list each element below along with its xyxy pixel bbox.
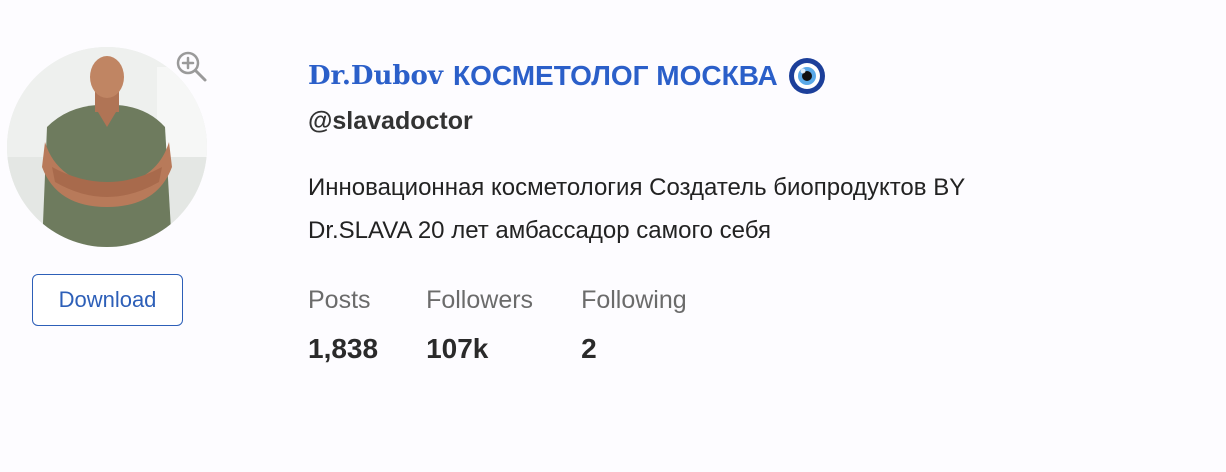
profile-bio: Инновационная косметология Создатель био… — [308, 166, 1128, 252]
stat-followers[interactable]: Followers 107k — [426, 286, 533, 365]
bio-line: Инновационная косметология Создатель био… — [308, 174, 966, 201]
stat-value: 2 — [581, 333, 597, 364]
download-button[interactable]: Download — [32, 274, 183, 326]
stat-label: Followers — [426, 286, 534, 314]
profile-info: Dr.Dubov КОСМЕТОЛОГ МОСКВА @slavadoctor … — [308, 56, 1208, 252]
profile-username: @slavadoctor — [308, 107, 473, 135]
stat-value: 107k — [426, 333, 489, 364]
zoom-in-icon[interactable] — [173, 48, 209, 84]
nazar-eye-icon — [788, 57, 826, 95]
bio-line: Dr.SLAVA 20 лет амбассадор самого себя — [308, 217, 771, 244]
stat-value: 1,838 — [308, 333, 379, 364]
stat-posts[interactable]: Posts 1,838 — [308, 286, 378, 365]
profile-page: Download Dr.Dubov КОСМЕТОЛОГ МОСКВА @sla… — [0, 0, 1226, 472]
profile-name-title: КОСМЕТОЛОГ МОСКВА — [453, 60, 778, 91]
profile-stats: Posts 1,838 Followers 107k Following 2 — [308, 286, 735, 365]
stat-following[interactable]: Following 2 — [581, 286, 687, 365]
stat-label: Following — [581, 286, 687, 314]
profile-name-prefix: Dr.Dubov — [308, 61, 443, 91]
stat-label: Posts — [308, 286, 371, 314]
profile-name: Dr.Dubov КОСМЕТОЛОГ МОСКВА — [308, 56, 1208, 96]
